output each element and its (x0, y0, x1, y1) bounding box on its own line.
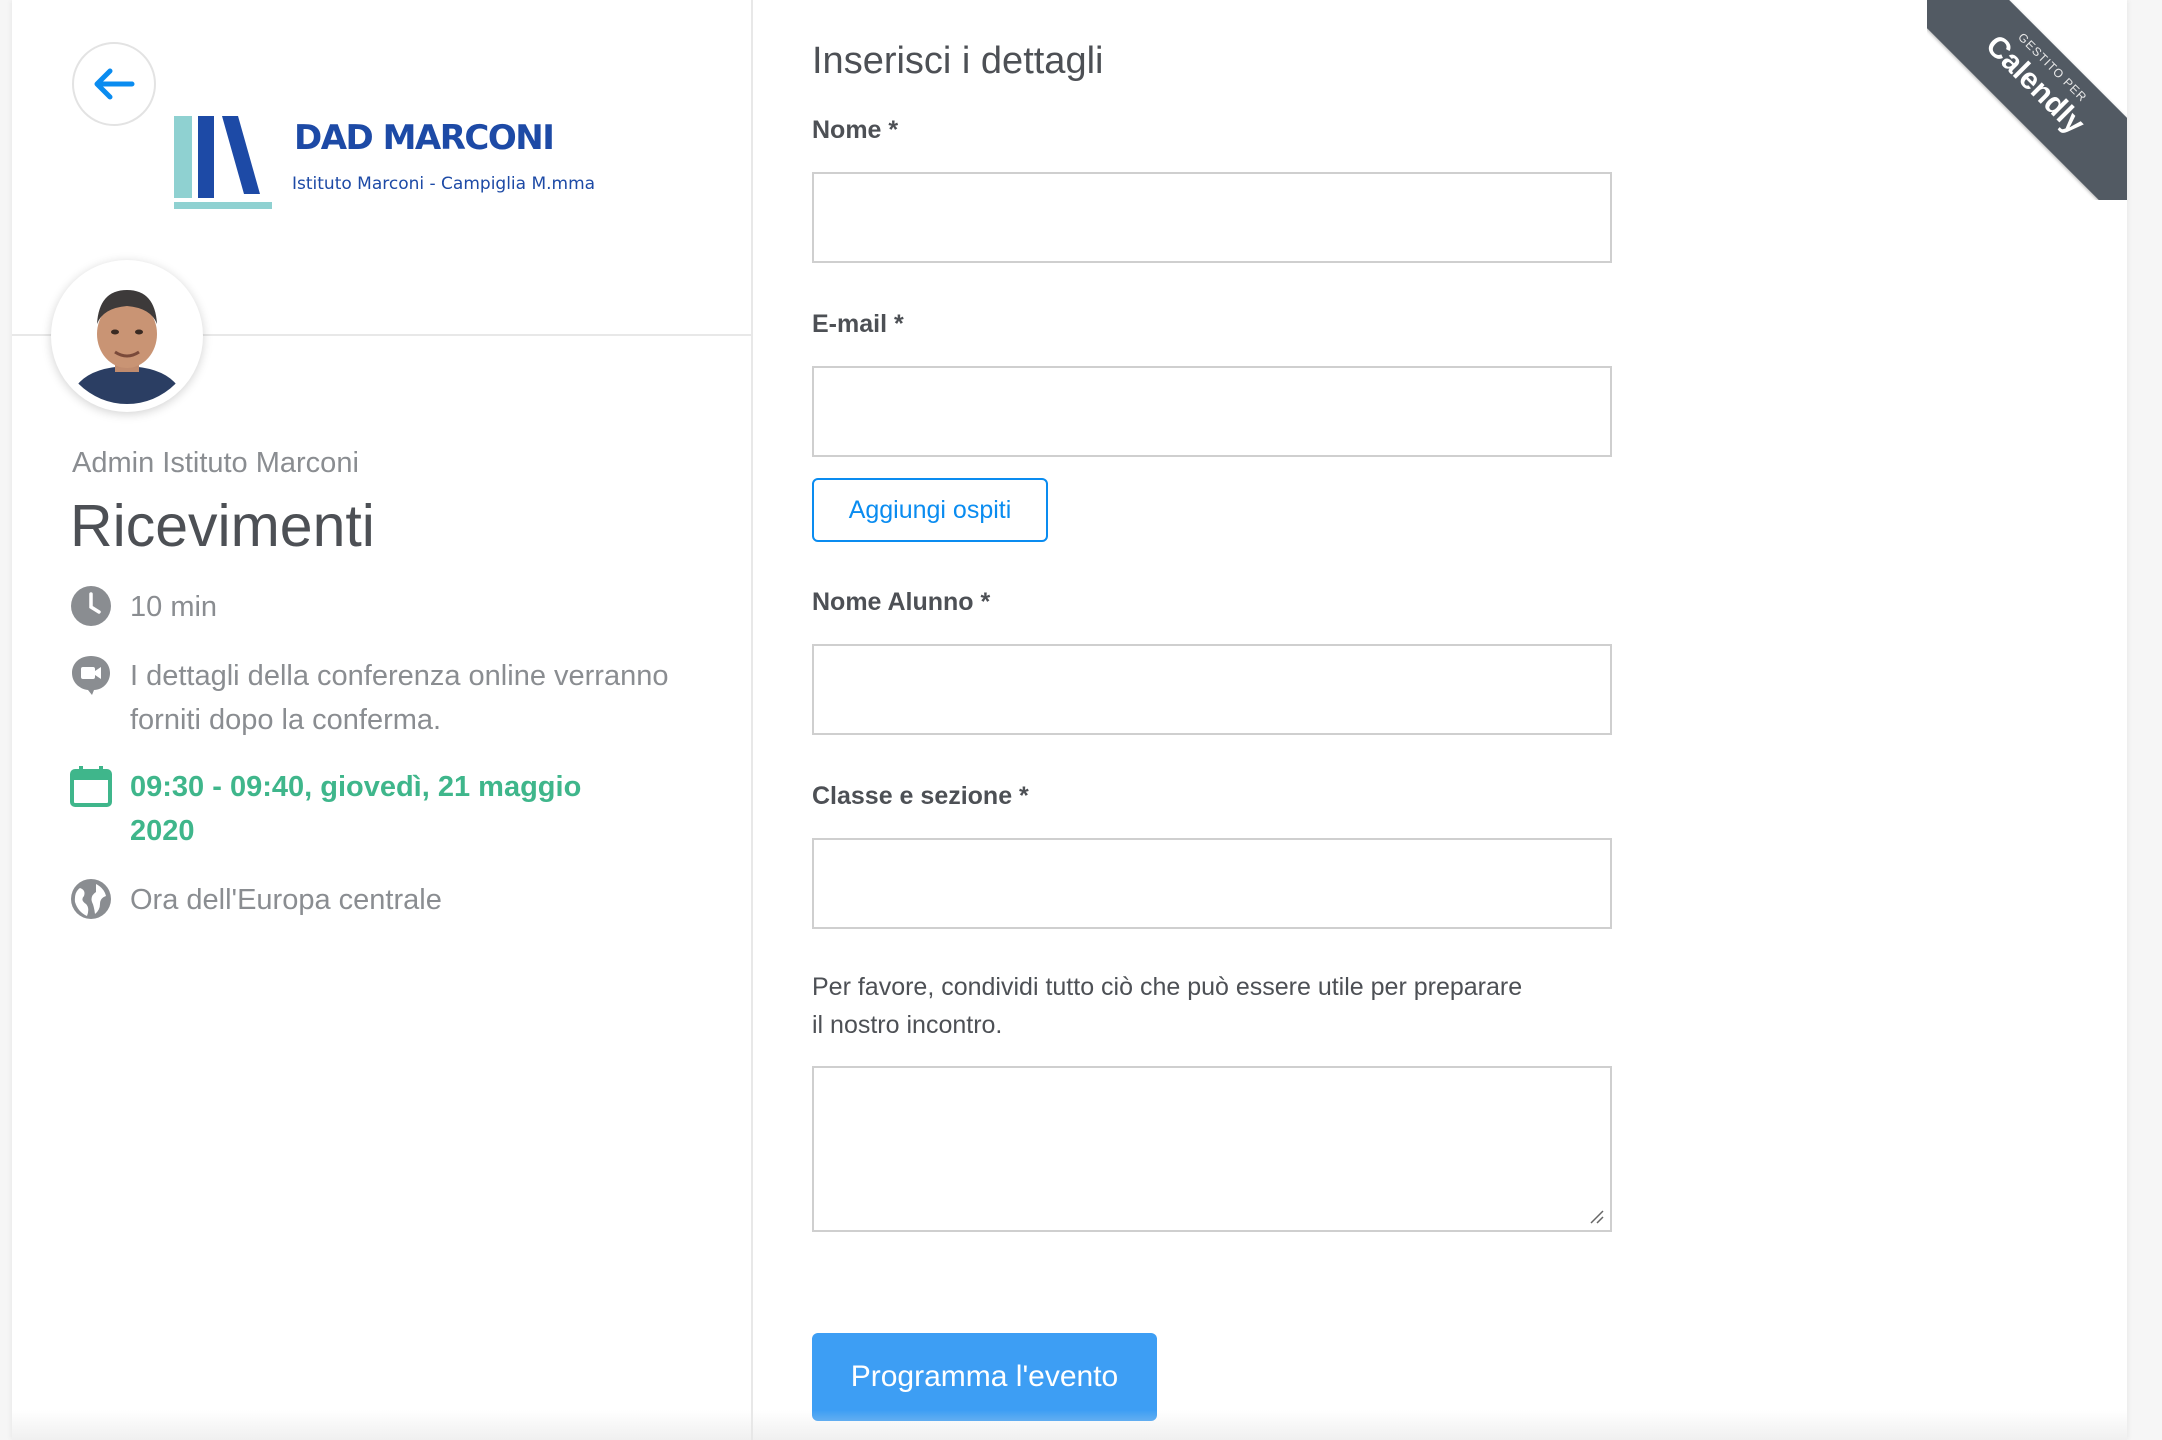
add-guests-button[interactable]: Aggiungi ospiti (812, 478, 1048, 542)
datetime-row: 09:30 - 09:40, giovedì, 21 maggio 2020 (70, 765, 650, 853)
notes-field[interactable] (812, 1066, 1612, 1232)
name-field[interactable] (812, 172, 1612, 263)
name-label: Nome * (812, 116, 899, 144)
event-title: Ricevimenti (70, 493, 375, 559)
avatar (51, 260, 203, 412)
duration-row: 10 min (70, 585, 217, 629)
conference-text: I dettagli della conferenza online verra… (130, 660, 669, 736)
globe-icon (71, 879, 111, 919)
calendar-icon (70, 766, 112, 807)
books-logo-icon (174, 116, 272, 209)
event-datetime: 09:30 - 09:40, giovedì, 21 maggio 2020 (130, 771, 582, 847)
timezone-text: Ora dell'Europa centrale (130, 884, 442, 916)
email-input[interactable] (814, 368, 1610, 455)
student-name-input[interactable] (814, 646, 1610, 733)
schedule-event-button[interactable]: Programma l'evento (812, 1333, 1157, 1421)
notes-textarea[interactable] (814, 1068, 1610, 1230)
event-details-panel: DAD MARCONI Istituto Marconi - Campiglia… (12, 0, 753, 1440)
notes-label: Per favore, condividi tutto ciò che può … (812, 973, 1523, 1039)
booking-card: DAD MARCONI Istituto Marconi - Campiglia… (12, 0, 2127, 1440)
email-label: E-mail * (812, 310, 904, 338)
class-input[interactable] (814, 840, 1610, 927)
resize-handle-icon[interactable] (1588, 1208, 1604, 1224)
powered-by-ribbon[interactable]: GESTITO PER Calendly (1927, 0, 2127, 200)
back-button[interactable] (72, 42, 156, 126)
video-chat-icon (72, 656, 110, 695)
name-input[interactable] (814, 174, 1610, 261)
form-title: Inserisci i dettagli (812, 40, 1104, 82)
student-name-label: Nome Alunno * (812, 588, 991, 616)
arrow-left-icon (94, 68, 135, 100)
timezone-row: Ora dell'Europa centrale (70, 878, 442, 922)
bottom-fade (12, 1410, 2127, 1440)
logo: DAD MARCONI Istituto Marconi - Campiglia… (162, 112, 632, 212)
conference-row: I dettagli della conferenza online verra… (70, 654, 690, 742)
clock-icon (71, 586, 111, 626)
logo-title: DAD MARCONI (294, 118, 555, 158)
duration-text: 10 min (130, 591, 218, 623)
email-field[interactable] (812, 366, 1612, 457)
event-owner: Admin Istituto Marconi (72, 447, 359, 479)
student-name-field[interactable] (812, 644, 1612, 735)
user-photo-icon (59, 268, 195, 404)
logo-subtitle: Istituto Marconi - Campiglia M.mma (292, 174, 596, 194)
class-label: Classe e sezione * (812, 782, 1029, 810)
class-field[interactable] (812, 838, 1612, 929)
